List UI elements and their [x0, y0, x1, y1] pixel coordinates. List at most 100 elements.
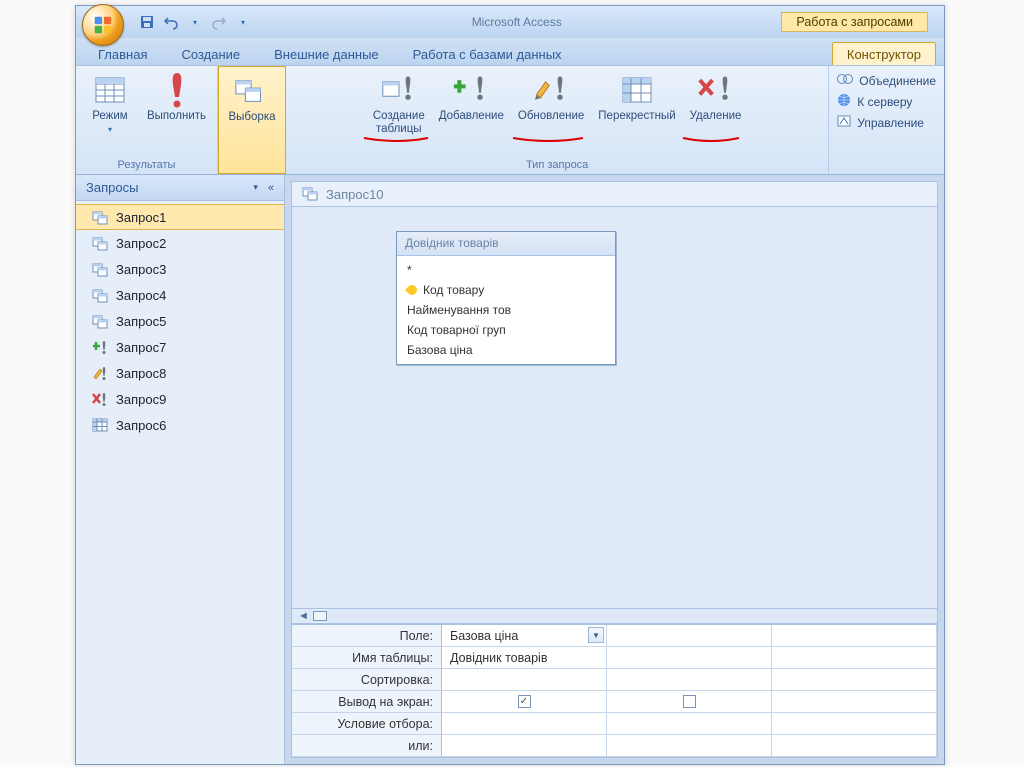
splitter-handle-icon[interactable]: [313, 611, 327, 621]
nav-item[interactable]: Запрос2: [76, 230, 284, 256]
nav-item-label: Запрос9: [116, 392, 166, 407]
grid-label-show: Вывод на экран:: [292, 691, 441, 713]
show-cell[interactable]: [607, 691, 771, 713]
table-cell[interactable]: Довідник товарів: [442, 647, 606, 669]
dropdown-icon: ▾: [108, 125, 112, 134]
tab-create[interactable]: Создание: [167, 43, 254, 65]
undo-icon[interactable]: [162, 13, 180, 31]
append-label: Добавление: [439, 110, 504, 123]
query-select-icon: [92, 261, 108, 277]
select-query-label: Выборка: [229, 111, 276, 124]
query-append-icon: [92, 339, 108, 355]
datadef-button[interactable]: Управление: [837, 114, 936, 131]
nav-collapse-icon[interactable]: «: [268, 182, 274, 194]
datasheet-icon: [92, 72, 128, 108]
grid-label-table: Имя таблицы:: [292, 647, 441, 669]
tab-design[interactable]: Конструктор: [832, 42, 936, 65]
field-list[interactable]: Довідник товарів * Код товару Найменуван…: [396, 231, 616, 365]
query-select-icon: [92, 287, 108, 303]
nav-dropdown-icon[interactable]: ▾: [253, 182, 258, 194]
qat-dropdown-icon[interactable]: ▾: [186, 13, 204, 31]
show-cell[interactable]: ✓: [442, 691, 606, 713]
exclamation-icon: [159, 72, 195, 108]
nav-item[interactable]: Запрос9: [76, 386, 284, 412]
or-cell[interactable]: [772, 735, 936, 757]
field-star[interactable]: *: [407, 260, 605, 280]
view-label: Режим: [92, 110, 127, 123]
sort-cell[interactable]: [772, 669, 936, 691]
nav-item-label: Запрос3: [116, 262, 166, 277]
checkbox-checked-icon: ✓: [518, 695, 531, 708]
or-cell[interactable]: [442, 735, 606, 757]
sort-cell[interactable]: [442, 669, 606, 691]
sort-cell[interactable]: [607, 669, 771, 691]
nav-item[interactable]: Запрос7: [76, 334, 284, 360]
tab-external-data[interactable]: Внешние данные: [260, 43, 393, 65]
qbe-grid: Поле: Имя таблицы: Сортировка: Вывод на …: [292, 624, 937, 757]
field-item[interactable]: Код товарної груп: [407, 320, 605, 340]
office-button[interactable]: [82, 4, 124, 46]
grid-label-or: или:: [292, 735, 441, 757]
nav-item-label: Запрос7: [116, 340, 166, 355]
save-icon[interactable]: [138, 13, 156, 31]
make-table-icon: [381, 72, 417, 108]
dropdown-icon[interactable]: ▼: [588, 627, 604, 643]
doc-tab-title[interactable]: Запрос10: [326, 187, 384, 202]
or-cell[interactable]: [607, 735, 771, 757]
nav-item-label: Запрос2: [116, 236, 166, 251]
field-list-title[interactable]: Довідник товарів: [397, 232, 615, 256]
passthrough-label: К серверу: [857, 95, 912, 109]
field-item[interactable]: Базова ціна: [407, 340, 605, 360]
delete-label: Удаление: [690, 110, 742, 123]
nav-item[interactable]: Запрос6: [76, 412, 284, 438]
run-button[interactable]: Выполнить: [140, 70, 213, 136]
table-cell[interactable]: [772, 647, 936, 669]
nav-item-label: Запрос5: [116, 314, 166, 329]
make-table-button[interactable]: Создание таблицы: [366, 70, 432, 138]
passthrough-button[interactable]: К серверу: [837, 93, 936, 110]
nav-item[interactable]: Запрос1: [76, 204, 284, 230]
union-button[interactable]: Объединение: [837, 72, 936, 89]
field-cell[interactable]: [772, 625, 936, 647]
nav-item[interactable]: Запрос3: [76, 256, 284, 282]
criteria-cell[interactable]: [772, 713, 936, 735]
field-item[interactable]: Найменування тов: [407, 300, 605, 320]
field-cell-value: Базова ціна: [450, 629, 518, 643]
pane-splitter[interactable]: ◄: [292, 608, 937, 624]
grid-label-criteria: Условие отбора:: [292, 713, 441, 735]
select-query-button[interactable]: Выборка: [222, 71, 283, 126]
nav-item[interactable]: Запрос4: [76, 282, 284, 308]
navigation-pane: Запросы ▾ « Запрос1 Запрос2 Запрос3 Запрос4…: [76, 175, 285, 764]
show-cell[interactable]: [772, 691, 936, 713]
crosstab-label: Перекрестный: [598, 110, 675, 123]
field-cell[interactable]: Базова ціна ▼: [442, 625, 606, 647]
criteria-cell[interactable]: [442, 713, 606, 735]
make-table-label: Создание таблицы: [373, 110, 425, 136]
redo-icon[interactable]: [210, 13, 228, 31]
tab-database-tools[interactable]: Работа с базами данных: [399, 43, 576, 65]
nav-header-label[interactable]: Запросы: [86, 180, 138, 195]
globe-icon: [837, 93, 851, 110]
field-cell[interactable]: [607, 625, 771, 647]
run-label: Выполнить: [147, 110, 206, 123]
query-select-icon: [92, 313, 108, 329]
datadef-label: Управление: [857, 116, 924, 130]
append-query-button[interactable]: Добавление: [432, 70, 511, 138]
field-key[interactable]: Код товару: [407, 280, 605, 300]
qat-customize-icon[interactable]: ▾: [234, 13, 252, 31]
table-cell[interactable]: [607, 647, 771, 669]
checkbox-icon: [683, 695, 696, 708]
nav-item[interactable]: Запрос5: [76, 308, 284, 334]
nav-item-label: Запрос6: [116, 418, 166, 433]
delete-query-button[interactable]: Удаление: [683, 70, 749, 138]
criteria-cell[interactable]: [607, 713, 771, 735]
scroll-left-icon[interactable]: ◄: [298, 610, 309, 622]
tab-home[interactable]: Главная: [84, 43, 161, 65]
view-button[interactable]: Режим ▾: [80, 70, 140, 136]
nav-item[interactable]: Запрос8: [76, 360, 284, 386]
design-surface[interactable]: Довідник товарів * Код товару Найменуван…: [292, 207, 937, 608]
contextual-tab-title: Работа с запросами: [781, 12, 928, 32]
update-label: Обновление: [518, 110, 584, 123]
update-query-button[interactable]: Обновление: [511, 70, 591, 138]
crosstab-query-button[interactable]: Перекрестный: [591, 70, 682, 138]
